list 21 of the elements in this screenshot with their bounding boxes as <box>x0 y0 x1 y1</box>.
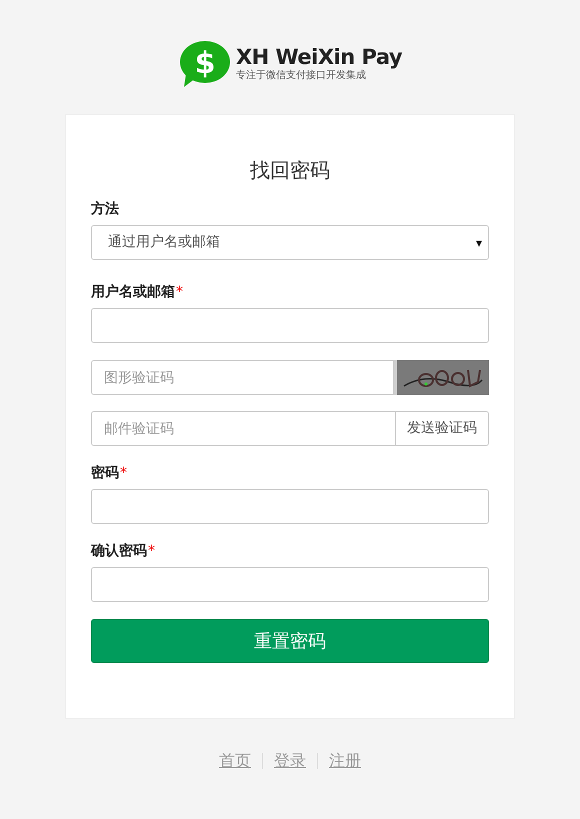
form-title: 找回密码 <box>249 157 331 184</box>
footer-link[interactable]: 登录 <box>274 749 306 773</box>
field-label: 方法 <box>91 200 119 219</box>
captcha-field[interactable]: 图形验证码 <box>91 360 394 395</box>
brand-tagline: 专注于微信支付接口开发集成 <box>236 69 367 83</box>
required-mark: * <box>176 283 183 302</box>
reset-password-button[interactable]: 重置密码 <box>91 619 489 663</box>
field-label: 用户名或邮箱 <box>91 282 175 302</box>
required-mark: * <box>120 464 127 483</box>
input-field[interactable] <box>91 489 489 524</box>
required-mark: * <box>148 542 155 561</box>
send-code-button[interactable]: 发送验证码 <box>396 411 489 446</box>
footer-link[interactable]: 首页 <box>219 749 251 773</box>
field-label: 密码 <box>91 464 119 483</box>
email-code-field[interactable]: 邮件验证码 <box>91 411 396 446</box>
field-label: 确认密码 <box>91 542 147 561</box>
footer-link[interactable]: 注册 <box>329 749 361 773</box>
input-field[interactable] <box>91 567 489 602</box>
method-select[interactable]: 通过用户名或邮箱 ▾ <box>91 225 489 260</box>
input-field[interactable] <box>91 308 489 343</box>
brand-title: XH WeiXin Pay <box>236 45 402 69</box>
